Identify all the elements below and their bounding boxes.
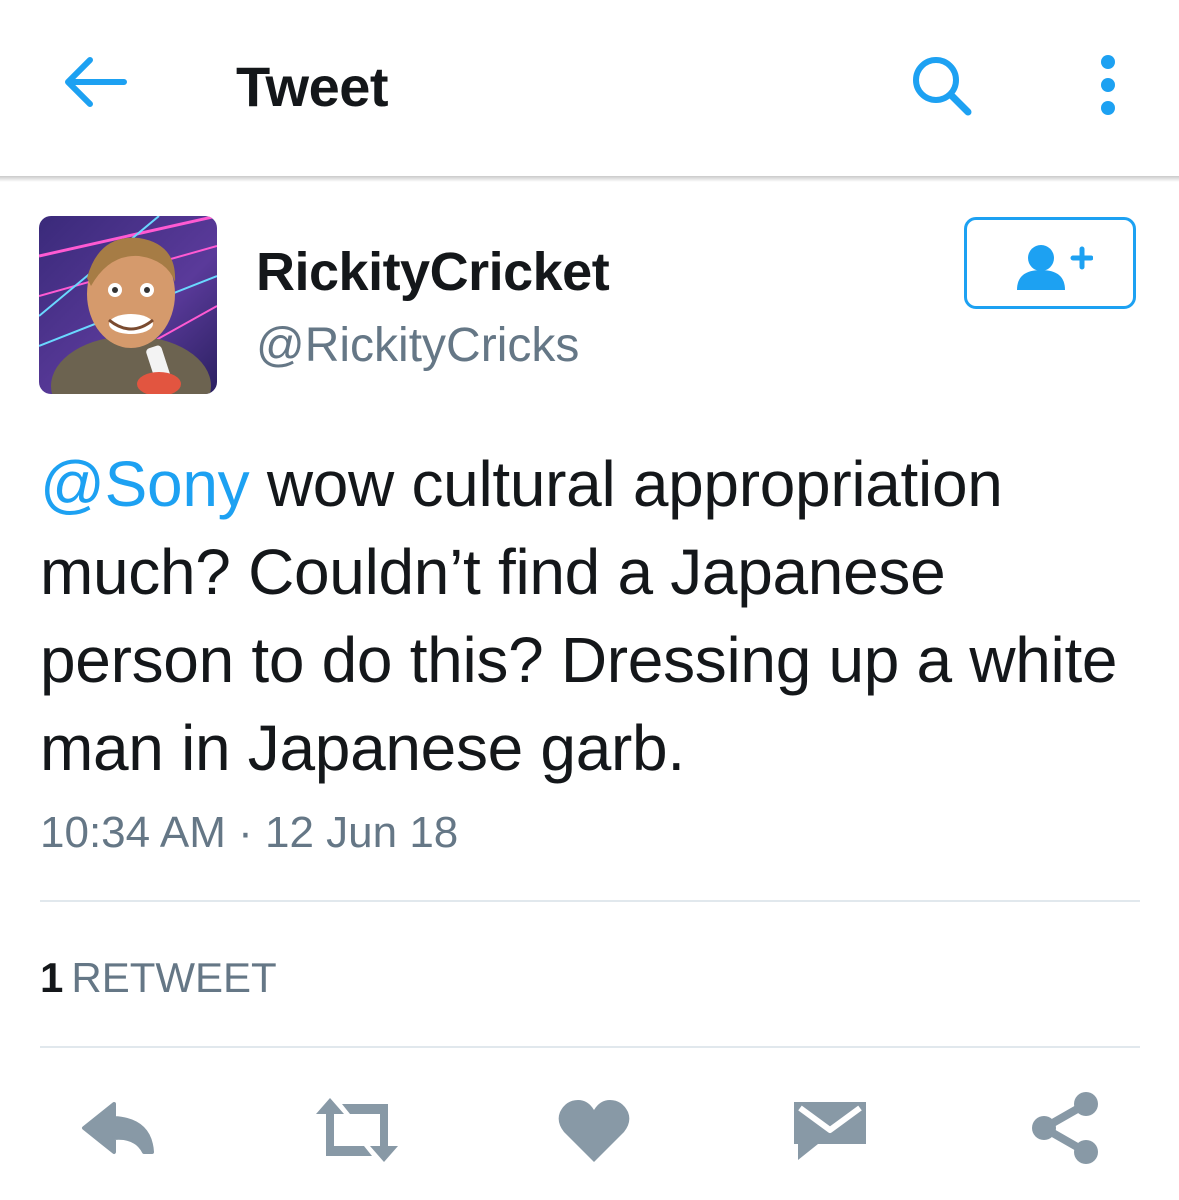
- search-button[interactable]: [906, 50, 976, 120]
- share-button[interactable]: [1028, 1090, 1108, 1170]
- author-handle[interactable]: @RickityCricks: [256, 316, 579, 376]
- reply-icon: [82, 1102, 154, 1154]
- direct-message-button[interactable]: [790, 1090, 870, 1170]
- add-user-icon: [1017, 245, 1093, 290]
- page-title: Tweet: [236, 55, 389, 118]
- back-button[interactable]: [58, 52, 128, 112]
- divider: [40, 900, 1140, 902]
- like-icon: [558, 1100, 630, 1162]
- retweet-button[interactable]: [312, 1090, 398, 1170]
- retweet-label: RETWEET: [71, 954, 277, 1001]
- tweet-text: @Sony wow cultural appropriation much? C…: [40, 440, 1150, 792]
- follow-button[interactable]: [964, 217, 1136, 309]
- divider: [40, 1046, 1140, 1048]
- search-icon: [913, 57, 972, 116]
- retweet-icon: [316, 1098, 398, 1162]
- author-display-name[interactable]: RickityCricket: [256, 240, 610, 304]
- more-vertical-icon: [1101, 55, 1115, 115]
- more-options-button[interactable]: [1088, 50, 1128, 120]
- tweet-timestamp: 10:34 AM · 12 Jun 18: [40, 808, 459, 857]
- retweet-count: 1: [40, 954, 64, 1001]
- mention-link[interactable]: @Sony: [40, 448, 250, 520]
- share-icon: [1032, 1092, 1098, 1164]
- like-button[interactable]: [554, 1090, 634, 1170]
- reply-button[interactable]: [80, 1090, 160, 1170]
- direct-message-icon: [794, 1102, 866, 1160]
- avatar[interactable]: [39, 216, 217, 394]
- app-bar: Tweet: [0, 0, 1179, 176]
- retweet-stats[interactable]: 1 RETWEET: [40, 950, 277, 1006]
- arrow-left-icon: [65, 57, 127, 107]
- app-bar-shadow: [0, 176, 1179, 182]
